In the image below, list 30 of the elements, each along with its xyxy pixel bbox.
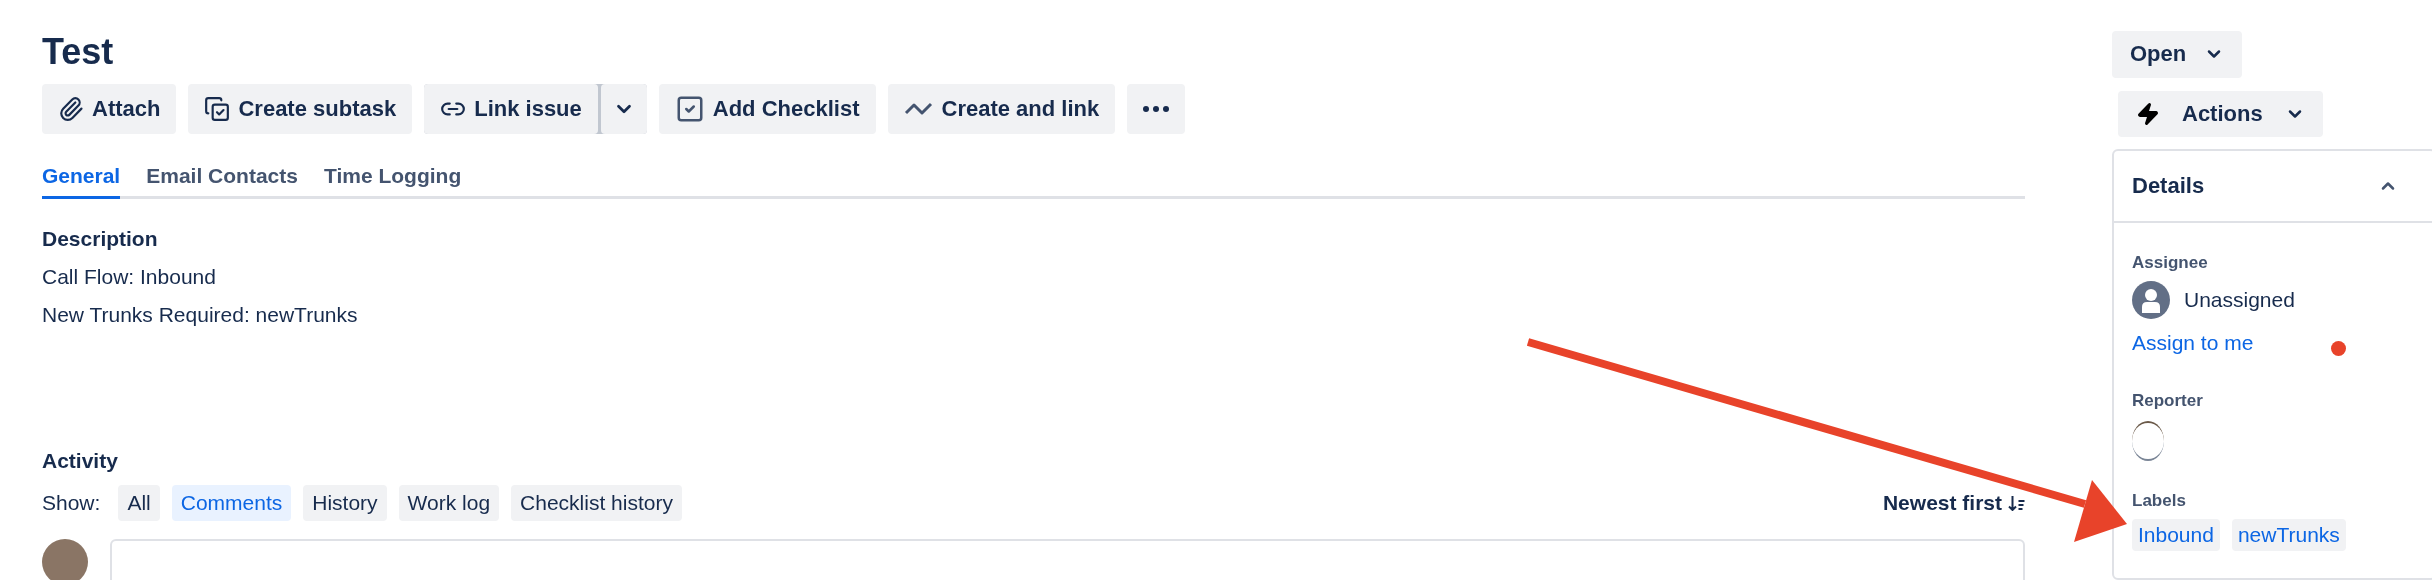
tab[interactable]: General: [42, 164, 121, 199]
field-label: Labels: [2132, 491, 2187, 512]
description-line: Call Flow: Inbound: [42, 265, 217, 289]
filter-button[interactable]: Work log: [398, 485, 500, 521]
show-label: Show:: [42, 491, 101, 515]
filter-button[interactable]: History: [303, 485, 387, 521]
panel-title: Details: [2132, 173, 2205, 200]
sort-button[interactable]: Newest first: [1882, 491, 2025, 515]
filter-button[interactable]: Checklist history: [511, 485, 682, 521]
filter-button[interactable]: All: [118, 485, 160, 521]
field-label: Reporter: [2132, 391, 2204, 412]
toolbar-button[interactable]: Attach: [42, 84, 177, 134]
label-tag[interactable]: Inbound: [2132, 519, 2220, 552]
description-line: New Trunks Required: newTrunks: [42, 303, 359, 327]
toolbar-button[interactable]: Add Checklist: [658, 84, 876, 134]
section-heading: Description: [42, 227, 159, 251]
label-tag[interactable]: newTrunks: [2231, 519, 2346, 552]
issue-title: Test: [42, 30, 115, 74]
toolbar-button[interactable]: Create and link: [887, 84, 1116, 134]
assign-link[interactable]: Assign to me: [2132, 331, 2254, 356]
tab[interactable]: Time Logging: [323, 164, 462, 199]
filter-button[interactable]: Comments: [171, 485, 292, 521]
tab[interactable]: Email Contacts: [146, 164, 298, 199]
section-heading: Activity: [42, 449, 119, 473]
field-label: Assignee: [2132, 253, 2209, 274]
status-button[interactable]: Open: [2112, 31, 2243, 78]
assignee-name: Unassigned: [2184, 288, 2295, 313]
toolbar-button[interactable]: Link issue: [424, 84, 598, 134]
toolbar-button[interactable]: Create subtask: [188, 84, 413, 134]
actions-button[interactable]: Actions: [2118, 90, 2323, 138]
